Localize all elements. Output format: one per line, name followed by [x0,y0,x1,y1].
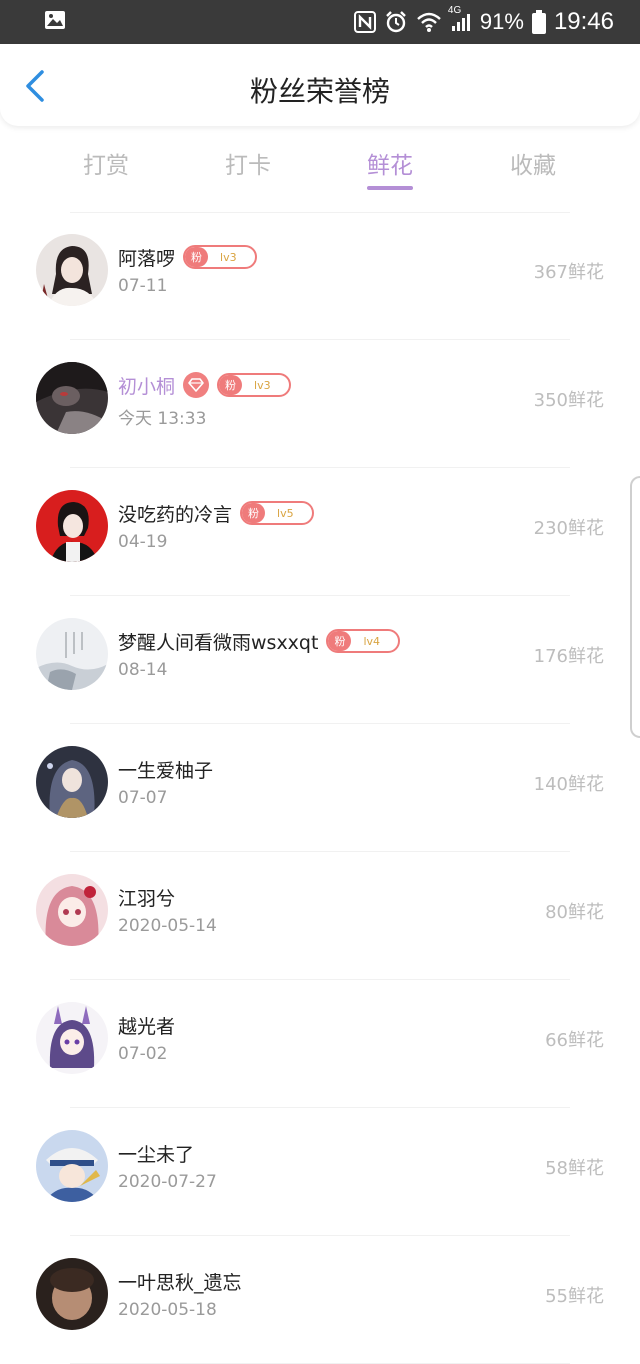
avatar[interactable] [36,490,108,562]
list-item[interactable]: 没吃药的冷言 粉 lv5 04-19 230鲜花 [0,468,640,596]
username[interactable]: 初小桐 [118,372,175,399]
header: 粉丝荣誉榜 [0,44,640,126]
date: 2020-05-14 [118,916,217,936]
active-tab-indicator [367,186,413,190]
date: 07-02 [118,1044,168,1064]
alarm-icon [384,10,408,34]
flower-count: 58鲜花 [545,1158,604,1179]
flower-count: 176鲜花 [533,646,604,667]
flower-count: 230鲜花 [533,518,604,539]
fan-level-badge: 粉 lv3 [217,373,291,397]
date: 07-11 [118,276,168,296]
fan-badge-level: lv3 [254,378,271,392]
page-title: 粉丝荣誉榜 [249,75,390,108]
username[interactable]: 梦醒人间看微雨wsxxqt [118,628,318,655]
fan-ranking-list: 阿落啰 粉 lv3 07-11 367鲜花 初小桐 粉 lv3 今天 13:33… [0,212,640,1364]
fan-badge-level: lv3 [220,250,237,264]
date: 2020-07-27 [118,1172,217,1192]
username[interactable]: 一叶思秋_遗忘 [118,1268,242,1295]
clock: 19:46 [553,8,614,35]
list-item[interactable]: 一尘未了 2020-07-27 58鲜花 [0,1108,640,1236]
fan-badge-level: lv4 [363,634,381,648]
fan-level-badge: 粉 lv4 [326,629,401,653]
list-item[interactable]: 一生爱柚子 07-07 140鲜花 [0,724,640,852]
network-label: 4G [447,5,462,16]
username[interactable]: 越光者 [118,1012,175,1039]
date: 04-19 [118,532,168,552]
battery-percent: 91% [479,9,524,34]
date: 08-14 [118,660,168,680]
nfc-icon [353,11,376,33]
tab-flowers[interactable]: 鲜花 [330,146,450,180]
username[interactable]: 没吃药的冷言 [118,500,232,527]
username[interactable]: 一生爱柚子 [118,756,213,783]
diamond-icon [183,372,210,398]
fan-badge-label: 粉 [242,503,266,523]
fan-badge-level: lv5 [277,506,294,520]
avatar[interactable] [36,618,108,690]
fan-badge-label: 粉 [328,631,352,651]
tab-bar: 打赏 打卡 鲜花 收藏 [0,138,640,198]
flower-count: 140鲜花 [533,774,604,795]
status-bar: 4G 91% 19:46 [0,0,640,44]
list-item[interactable]: 一叶思秋_遗忘 2020-05-18 55鲜花 [0,1236,640,1364]
fan-level-badge: 粉 lv5 [240,501,314,525]
username[interactable]: 阿落啰 [118,244,175,271]
flower-count: 55鲜花 [545,1286,604,1307]
flower-count: 66鲜花 [545,1030,604,1051]
fan-badge-label: 粉 [219,375,243,395]
date: 2020-05-18 [118,1300,217,1320]
avatar[interactable] [36,234,108,306]
avatar[interactable] [36,1258,108,1330]
flower-count: 367鲜花 [533,262,604,283]
avatar[interactable] [36,1130,108,1202]
avatar[interactable] [36,874,108,946]
list-item[interactable]: 初小桐 粉 lv3 今天 13:33 350鲜花 [0,340,640,468]
date: 今天 13:33 [118,409,207,429]
list-item[interactable]: 江羽兮 2020-05-14 80鲜花 [0,852,640,980]
list-item[interactable]: 越光者 07-02 66鲜花 [0,980,640,1108]
list-item[interactable]: 梦醒人间看微雨wsxxqt 粉 lv4 08-14 176鲜花 [0,596,640,724]
scroll-handle[interactable] [630,476,640,738]
flower-count: 80鲜花 [545,902,604,923]
fan-level-badge: 粉 lv3 [183,245,257,269]
tab-favorites[interactable]: 收藏 [473,146,593,180]
battery-icon [531,10,546,34]
avatar[interactable] [36,1002,108,1074]
fan-badge-label: 粉 [185,247,209,267]
flower-count: 350鲜花 [533,390,604,411]
image-notification-icon [44,10,66,34]
list-item[interactable]: 阿落啰 粉 lv3 07-11 367鲜花 [0,212,640,340]
username[interactable]: 一尘未了 [118,1140,194,1167]
signal-icon: 4G [448,5,472,33]
username[interactable]: 江羽兮 [118,884,175,911]
date: 07-07 [118,788,168,808]
avatar[interactable] [36,746,108,818]
wifi-icon [416,11,442,33]
tab-checkin[interactable]: 打卡 [188,146,308,180]
tab-tip[interactable]: 打赏 [46,146,166,180]
avatar[interactable] [36,362,108,434]
